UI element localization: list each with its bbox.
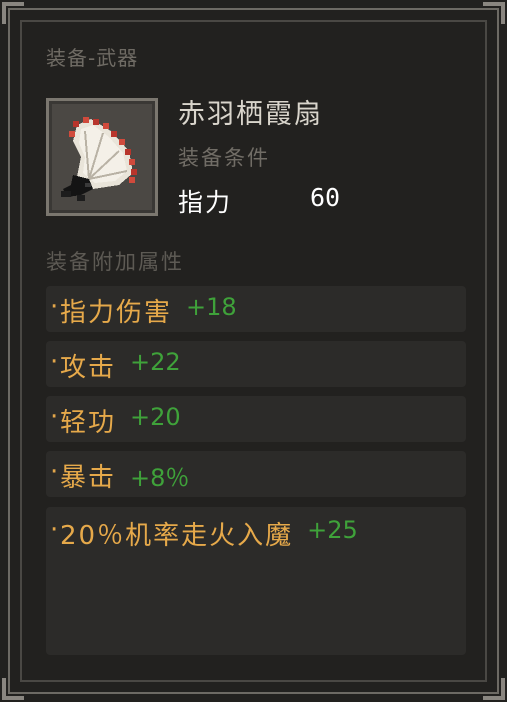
requirement-value: 60 [310,183,341,212]
attribute-value: +8％ [130,464,190,492]
attribute-name: 20％机率走火入魔 [60,521,294,551]
attributes-title: 装备附加属性 [46,250,184,274]
attribute-row: ·指力伤害 +18 [46,286,466,332]
attribute-value: +22 [130,348,181,376]
frame-corner-ornament [2,2,24,24]
frame-corner-ornament [483,678,505,700]
frame-corner-ornament [483,2,505,24]
attribute-bullet: · [50,402,59,432]
attribute-bullet: · [50,347,59,377]
attribute-name: 指力伤害 [60,298,173,328]
item-name: 赤羽栖霞扇 [178,99,323,130]
attribute-row: ·轻功 +20 [46,396,466,442]
item-icon-slot [46,98,158,216]
attribute-bullet: · [50,515,59,545]
attribute-row: ·20％机率走火入魔 +25 [46,507,466,655]
attribute-row: ·暴击 +8％ [46,451,466,497]
attribute-value: +18 [186,293,237,321]
attribute-value: +25 [307,516,358,544]
attribute-bullet: · [50,457,59,487]
attribute-row: ·攻击 +22 [46,341,466,387]
frame-corner-ornament [2,678,24,700]
requirement-stat: 指力 [178,188,233,217]
item-tooltip-panel: 装备-武器 赤羽栖霞扇 装备条件 指力 60 装备附加属性 ·指力伤害 +18 … [0,0,507,702]
attribute-name: 暴击 [60,463,117,493]
attribute-value: +20 [130,403,181,431]
attribute-name: 轻功 [60,408,117,438]
feather-fan-icon [61,117,137,201]
attribute-bullet: · [50,292,59,322]
item-category-label: 装备-武器 [46,46,139,70]
attribute-name: 攻击 [60,353,117,383]
requirement-title: 装备条件 [178,146,270,170]
